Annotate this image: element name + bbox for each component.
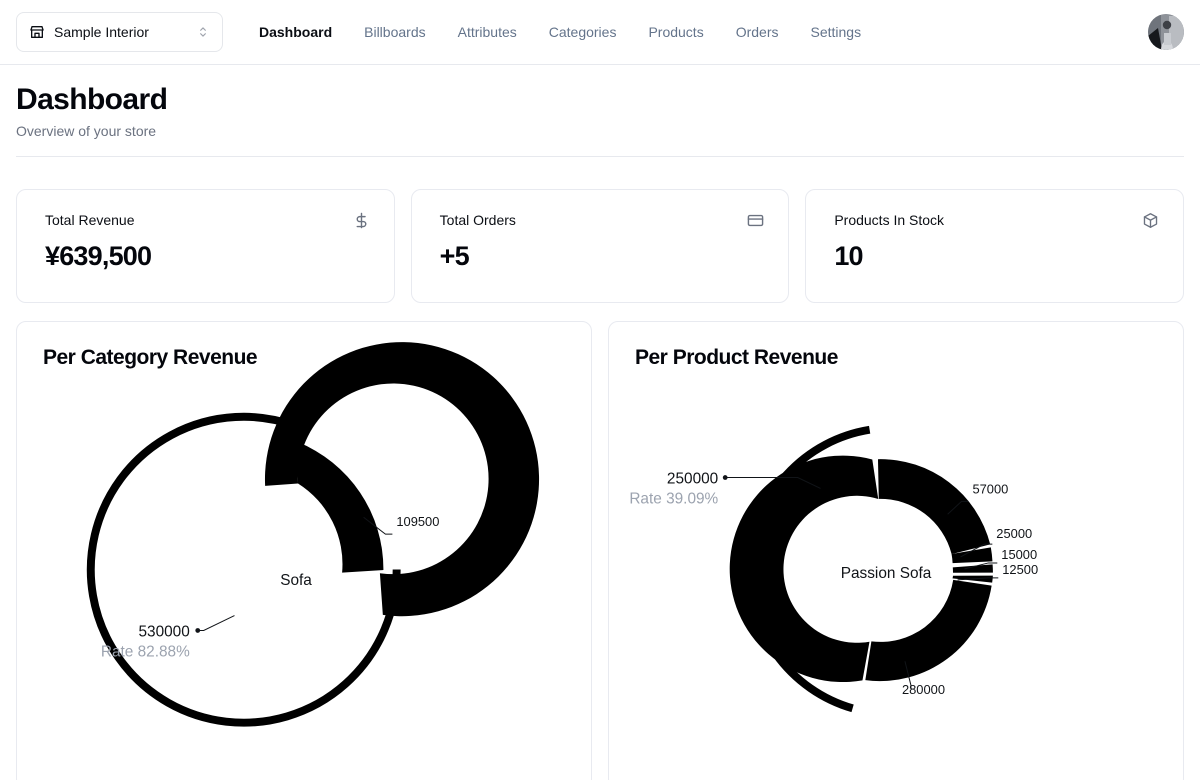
chart-card-per-product-revenue: Per Product Revenue Passion Sofa 250000 …	[608, 320, 1184, 780]
stat-card-group: Total Revenue ¥639,500 Total Orders +5 P…	[16, 188, 1184, 303]
chevron-up-down-icon	[196, 25, 210, 39]
stat-card-header: Total Revenue	[45, 212, 370, 229]
nav-link-billboards[interactable]: Billboards	[364, 25, 425, 39]
store-selector[interactable]: Sample Interior	[16, 12, 223, 52]
stat-card-header: Products In Stock	[834, 212, 1159, 229]
donut-active-value: 250000	[667, 470, 718, 487]
nav-link-dashboard[interactable]: Dashboard	[259, 25, 332, 39]
stat-label: Total Orders	[439, 212, 516, 228]
donut-active-rate: Rate 82.88%	[101, 643, 190, 660]
donut-label-value: 12500	[1002, 561, 1038, 576]
nav-link-settings[interactable]: Settings	[811, 25, 862, 39]
donut-label-value: 25000	[996, 526, 1032, 541]
donut-label-value: 280000	[902, 682, 945, 697]
chart-card-group: Per Category Revenue Sofa 109500 530000 …	[16, 320, 1184, 780]
stat-value: ¥639,500	[45, 240, 152, 271]
page-content: Dashboard Overview of your store Total R…	[0, 65, 1200, 780]
donut-label-value: 15000	[1001, 546, 1037, 561]
donut-label-value: 109500	[396, 514, 439, 529]
main-navigation: Dashboard Billboards Attributes Categori…	[259, 25, 861, 39]
stat-value: +5	[439, 240, 470, 271]
donut-center-label: Passion Sofa	[841, 564, 932, 581]
nav-link-products[interactable]: Products	[648, 25, 703, 39]
shop-icon	[29, 24, 45, 40]
nav-link-orders[interactable]: Orders	[736, 25, 779, 39]
stat-card-total-orders: Total Orders +5	[410, 188, 790, 303]
package-icon	[1142, 212, 1159, 229]
dollar-icon	[353, 212, 370, 229]
credit-card-icon	[747, 212, 764, 229]
stat-value: 10	[834, 240, 863, 271]
donut-center-label: Sofa	[280, 571, 312, 588]
page-title: Dashboard	[16, 83, 168, 116]
donut-label-530000: 530000 Rate 82.88%	[101, 614, 235, 660]
donut-label-value: 57000	[972, 481, 1008, 496]
page-header: Dashboard Overview of your store	[16, 65, 1184, 171]
nav-link-categories[interactable]: Categories	[549, 25, 617, 39]
donut-active-rate: Rate 39.09%	[629, 490, 718, 507]
top-navigation-bar: Sample Interior Dashboard Billboards Att…	[0, 0, 1200, 65]
stat-card-total-revenue: Total Revenue ¥639,500	[16, 188, 395, 303]
donut-chart-per-category[interactable]: Sofa 109500 530000 Rate 82.88%	[17, 322, 591, 780]
stat-label: Products In Stock	[834, 212, 945, 228]
header-divider	[16, 155, 1184, 157]
donut-active-value: 530000	[138, 623, 189, 640]
store-name-label: Sample Interior	[54, 24, 149, 40]
nav-link-attributes[interactable]: Attributes	[458, 25, 517, 39]
donut-chart-per-product[interactable]: Passion Sofa 250000 Rate 39.09% 57000 25…	[609, 322, 1183, 780]
page-subtitle: Overview of your store	[16, 122, 157, 139]
avatar[interactable]	[1148, 14, 1184, 50]
stat-card-products-in-stock: Products In Stock 10	[805, 188, 1184, 303]
stat-label: Total Revenue	[45, 212, 135, 228]
chart-card-per-category-revenue: Per Category Revenue Sofa 109500 530000 …	[16, 320, 592, 780]
stat-card-header: Total Orders	[440, 212, 765, 229]
